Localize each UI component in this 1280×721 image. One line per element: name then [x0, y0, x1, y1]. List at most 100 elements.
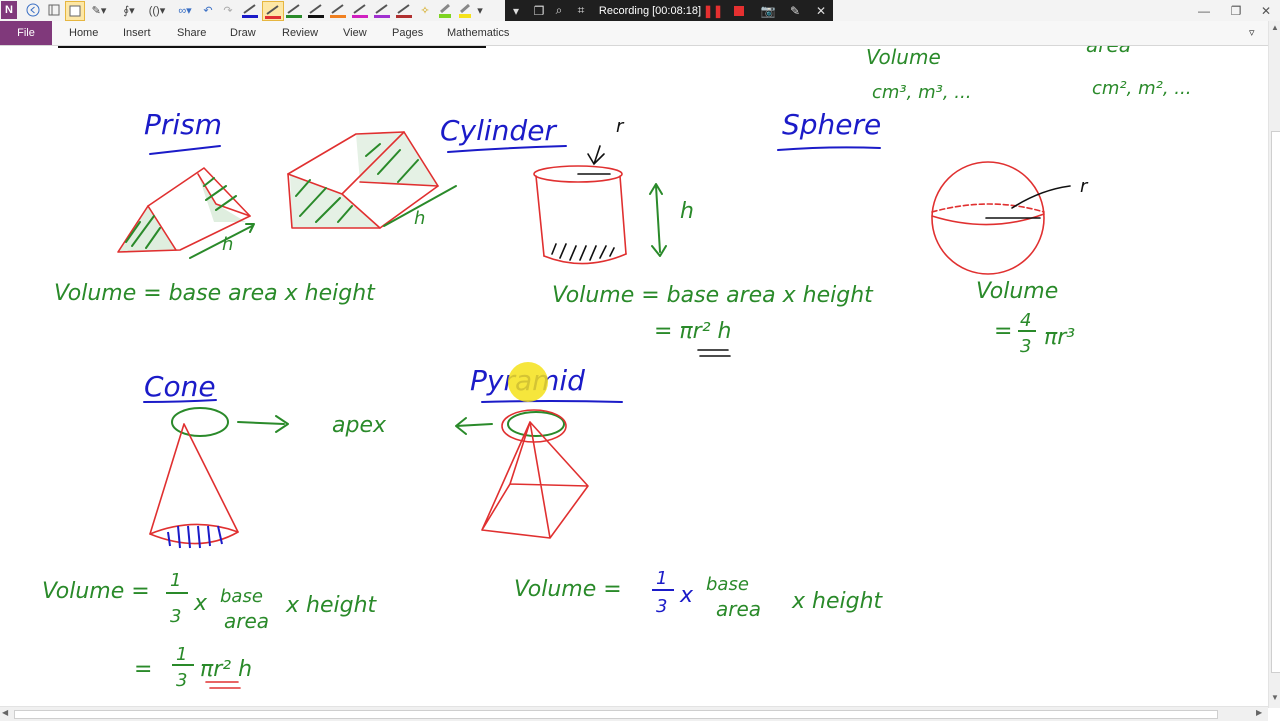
pyramid-formula: Volume = — [514, 577, 622, 602]
window-icon[interactable]: ❐ — [531, 2, 547, 19]
cone-frac-num: 1 — [170, 570, 181, 591]
restore-icon[interactable]: ❐ — [1222, 0, 1250, 21]
ribbon-expand-icon[interactable]: ▿ — [1249, 21, 1255, 45]
prism2-h-label: h — [414, 208, 425, 229]
tab-pages[interactable]: Pages — [392, 21, 423, 45]
pen-darkred-icon[interactable] — [394, 1, 414, 19]
brackets-icon[interactable]: (()▾ — [144, 1, 170, 19]
sphere-frac-num: 4 — [1020, 310, 1031, 331]
back-icon[interactable] — [24, 1, 42, 19]
onenote-logo: N — [1, 1, 17, 19]
cylinder-r-label: r — [616, 116, 625, 137]
highlighter-yellow-icon[interactable] — [456, 1, 474, 19]
vertical-scrollbar[interactable]: ▲ ▼ — [1268, 21, 1280, 708]
scroll-right-icon[interactable]: ▶ — [1256, 708, 1262, 717]
scroll-up-icon[interactable]: ▲ — [1269, 23, 1280, 32]
dock-icon[interactable] — [46, 1, 62, 19]
sphere-formula-2: πr³ — [1044, 325, 1075, 350]
prism-title: Prism — [144, 108, 222, 141]
cone-formula2-num: 1 — [176, 644, 187, 665]
pencil-icon[interactable]: ✎ — [787, 2, 803, 19]
pen-style-icon[interactable]: ✎▾ — [88, 1, 110, 19]
apex-label: apex — [332, 413, 387, 438]
pyramid-base-word: base — [706, 574, 749, 595]
stop-icon[interactable] — [731, 2, 747, 19]
scroll-left-icon[interactable]: ◀ — [2, 708, 8, 717]
pyramid-height-word: x height — [791, 589, 884, 614]
redo-icon[interactable]: ↷ — [220, 1, 236, 19]
cone-times: x — [193, 591, 208, 616]
cursor-highlight — [508, 362, 548, 402]
cylinder-drawing: r h — [533, 116, 694, 265]
pyramid-frac-num: 1 — [656, 568, 667, 589]
cone-formula2-den: 3 — [176, 670, 187, 691]
equation-icon[interactable]: ∮▾ — [118, 1, 140, 19]
prism-formula: Volume = base area x height — [54, 281, 376, 306]
cone-base-word: base — [220, 586, 263, 607]
lasso-icon[interactable]: ✧ — [416, 1, 434, 19]
camera-icon[interactable]: 📷 — [759, 2, 777, 19]
cone-formula-2: πr² h — [200, 657, 252, 682]
horizontal-scroll-thumb[interactable] — [14, 710, 1218, 719]
recording-label: Recording [00:08:18] — [598, 4, 702, 17]
pen-black-icon[interactable] — [306, 1, 326, 19]
page-canvas[interactable]: Volume cm³, m³, ... area cm², m², ... Pr… — [0, 33, 1268, 706]
volume-heading: Volume — [866, 46, 941, 69]
area-units: cm², m², ... — [1092, 78, 1191, 99]
volume-units: cm³, m³, ... — [872, 82, 971, 103]
pyramid-times: x — [679, 583, 694, 608]
sphere-frac-den: 3 — [1020, 336, 1031, 357]
undo-icon[interactable]: ↶ — [200, 1, 216, 19]
highlighter-green-icon[interactable] — [436, 1, 454, 19]
sphere-title: Sphere — [782, 108, 881, 141]
customize-toolbar-icon[interactable]: ▾ — [474, 1, 486, 19]
pen-red-icon[interactable] — [262, 1, 284, 21]
infinity-icon[interactable]: ∞▾ — [172, 1, 198, 19]
cone-formula: Volume = — [42, 579, 150, 604]
cylinder-h-label: h — [680, 199, 694, 224]
horizontal-scrollbar[interactable]: ◀ ▶ — [0, 706, 1268, 721]
sphere-r-label: r — [1080, 176, 1089, 197]
scroll-down-icon[interactable]: ▼ — [1269, 693, 1280, 702]
tab-insert[interactable]: Insert — [123, 21, 151, 45]
search-icon[interactable]: ⌕ — [551, 2, 567, 19]
cone-title: Cone — [144, 370, 216, 403]
prism-h-label: h — [222, 234, 233, 255]
pyramid-area-word: area — [716, 597, 761, 621]
pyramid-drawing — [455, 409, 589, 539]
tab-mathematics[interactable]: Mathematics — [447, 21, 509, 45]
pen-green-icon[interactable] — [284, 1, 304, 19]
area-heading: area — [1086, 46, 1131, 57]
cone-frac-den: 3 — [170, 606, 181, 627]
full-page-view-icon[interactable] — [65, 1, 85, 21]
sphere-eq-sign: = — [994, 319, 1012, 344]
pause-icon[interactable]: ❚❚ — [703, 2, 723, 19]
cylinder-title: Cylinder — [440, 114, 557, 147]
pen-magenta-icon[interactable] — [350, 1, 370, 19]
cone-height-word: x height — [285, 593, 378, 618]
tab-draw[interactable]: Draw — [230, 21, 256, 45]
tab-review[interactable]: Review — [282, 21, 318, 45]
pen-purple-icon[interactable] — [372, 1, 392, 19]
tab-share[interactable]: Share — [177, 21, 206, 45]
crop-icon[interactable]: ⌗ — [573, 2, 589, 19]
pyramid-frac-den: 3 — [656, 596, 667, 617]
cylinder-formula-2: = πr² h — [654, 319, 731, 344]
tab-view[interactable]: View — [343, 21, 367, 45]
ribbon-tabs: File Home Insert Share Draw Review View … — [0, 21, 1280, 46]
sphere-formula: Volume — [976, 279, 1058, 304]
minimize-icon[interactable]: — — [1190, 0, 1218, 21]
cone-formula2-eq: = — [134, 657, 152, 682]
vertical-scroll-thumb[interactable] — [1271, 131, 1280, 673]
tab-file[interactable]: File — [0, 21, 52, 45]
cone-area-word: area — [224, 609, 269, 633]
close-window-icon[interactable]: ✕ — [1252, 0, 1280, 21]
sphere-drawing: r — [931, 161, 1089, 275]
pen-blue-icon[interactable] — [240, 1, 260, 19]
pen-orange-icon[interactable] — [328, 1, 348, 19]
dropdown-icon[interactable]: ▾ — [509, 2, 523, 19]
close-recording-icon[interactable]: ✕ — [813, 2, 829, 19]
tab-home[interactable]: Home — [69, 21, 98, 45]
cone-drawing — [149, 407, 289, 549]
cylinder-formula: Volume = base area x height — [552, 283, 874, 308]
